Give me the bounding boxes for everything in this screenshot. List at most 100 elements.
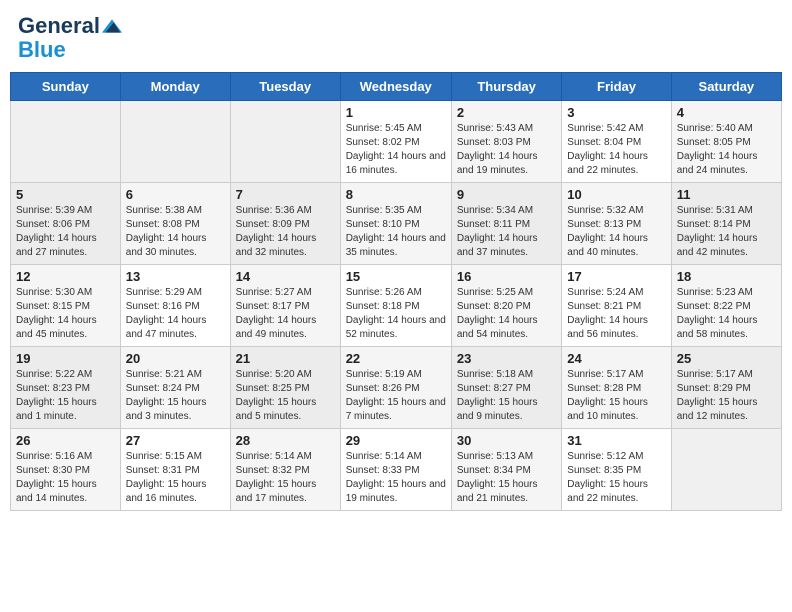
day-number: 28 bbox=[236, 433, 335, 448]
calendar-cell: 22 Sunrise: 5:19 AMSunset: 8:26 PMDayligh… bbox=[340, 347, 451, 429]
day-number: 18 bbox=[677, 269, 776, 284]
calendar-cell bbox=[120, 101, 230, 183]
day-header-sunday: Sunday bbox=[11, 73, 121, 101]
calendar-week-row: 26Sunrise: 5:16 AMSunset: 8:30 PMDayligh… bbox=[11, 429, 782, 511]
day-number: 11 bbox=[677, 187, 776, 202]
calendar-cell: 6Sunrise: 5:38 AMSunset: 8:08 PMDaylight… bbox=[120, 183, 230, 265]
calendar-cell: 21 Sunrise: 5:20 AMSunset: 8:25 PMDayligh… bbox=[230, 347, 340, 429]
day-number: 21 bbox=[236, 351, 335, 366]
calendar-cell: 29 Sunrise: 5:14 AMSunset: 8:33 PMDayligh… bbox=[340, 429, 451, 511]
day-info: Sunrise: 5:17 AMSunset: 8:29 PMDaylight:… bbox=[677, 368, 776, 424]
day-number: 4 bbox=[677, 105, 776, 120]
day-header-wednesday: Wednesday bbox=[340, 73, 451, 101]
logo-text-general: General bbox=[18, 14, 100, 38]
calendar-cell: 20 Sunrise: 5:21 AMSunset: 8:24 PMDayligh… bbox=[120, 347, 230, 429]
day-info: Sunrise: 5:43 AMSunset: 8:03 PMDaylight:… bbox=[457, 122, 556, 178]
day-header-monday: Monday bbox=[120, 73, 230, 101]
calendar-cell: 7 Sunrise: 5:36 AMSunset: 8:09 PMDaylight… bbox=[230, 183, 340, 265]
day-number: 12 bbox=[16, 269, 115, 284]
day-number: 9 bbox=[457, 187, 556, 202]
day-info: Sunrise: 5:21 AMSunset: 8:24 PMDaylight:… bbox=[126, 368, 225, 424]
calendar-cell: 13 Sunrise: 5:29 AMSunset: 8:16 PMDayligh… bbox=[120, 265, 230, 347]
calendar-table: SundayMondayTuesdayWednesdayThursdayFrid… bbox=[10, 72, 782, 511]
day-info: Sunrise: 5:14 AMSunset: 8:32 PMDaylight:… bbox=[236, 450, 335, 506]
calendar-cell: 23 Sunrise: 5:18 AMSunset: 8:27 PMDayligh… bbox=[451, 347, 561, 429]
day-number: 15 bbox=[346, 269, 446, 284]
logo-text-blue: Blue bbox=[18, 38, 66, 62]
day-info: Sunrise: 5:35 AMSunset: 8:10 PMDaylight:… bbox=[346, 204, 446, 260]
calendar-cell: 26Sunrise: 5:16 AMSunset: 8:30 PMDayligh… bbox=[11, 429, 121, 511]
day-info: Sunrise: 5:25 AMSunset: 8:20 PMDaylight:… bbox=[457, 286, 556, 342]
day-info: Sunrise: 5:16 AMSunset: 8:30 PMDaylight:… bbox=[16, 450, 115, 506]
day-number: 27 bbox=[126, 433, 225, 448]
day-info: Sunrise: 5:14 AMSunset: 8:33 PMDaylight:… bbox=[346, 450, 446, 506]
logo-icon bbox=[102, 16, 122, 36]
day-number: 24 bbox=[567, 351, 665, 366]
day-number: 2 bbox=[457, 105, 556, 120]
day-number: 14 bbox=[236, 269, 335, 284]
day-number: 19 bbox=[16, 351, 115, 366]
day-info: Sunrise: 5:32 AMSunset: 8:13 PMDaylight:… bbox=[567, 204, 665, 260]
calendar-cell: 27 Sunrise: 5:15 AMSunset: 8:31 PMDayligh… bbox=[120, 429, 230, 511]
calendar-cell: 17Sunrise: 5:24 AMSunset: 8:21 PMDayligh… bbox=[562, 265, 671, 347]
day-number: 23 bbox=[457, 351, 556, 366]
calendar-cell: 25 Sunrise: 5:17 AMSunset: 8:29 PMDayligh… bbox=[671, 347, 781, 429]
day-info: Sunrise: 5:45 AMSunset: 8:02 PMDaylight:… bbox=[346, 122, 446, 178]
day-info: Sunrise: 5:24 AMSunset: 8:21 PMDaylight:… bbox=[567, 286, 665, 342]
day-number: 8 bbox=[346, 187, 446, 202]
day-header-friday: Friday bbox=[562, 73, 671, 101]
calendar-cell: 31Sunrise: 5:12 AMSunset: 8:35 PMDayligh… bbox=[562, 429, 671, 511]
logo: General Blue bbox=[18, 14, 122, 62]
day-number: 7 bbox=[236, 187, 335, 202]
day-info: Sunrise: 5:34 AMSunset: 8:11 PMDaylight:… bbox=[457, 204, 556, 260]
day-info: Sunrise: 5:39 AMSunset: 8:06 PMDaylight:… bbox=[16, 204, 115, 260]
day-number: 1 bbox=[346, 105, 446, 120]
calendar-cell: 2 Sunrise: 5:43 AMSunset: 8:03 PMDaylight… bbox=[451, 101, 561, 183]
calendar-cell: 15 Sunrise: 5:26 AMSunset: 8:18 PMDayligh… bbox=[340, 265, 451, 347]
day-number: 10 bbox=[567, 187, 665, 202]
day-info: Sunrise: 5:27 AMSunset: 8:17 PMDaylight:… bbox=[236, 286, 335, 342]
day-info: Sunrise: 5:15 AMSunset: 8:31 PMDaylight:… bbox=[126, 450, 225, 506]
day-number: 13 bbox=[126, 269, 225, 284]
calendar-cell: 12 Sunrise: 5:30 AMSunset: 8:15 PMDayligh… bbox=[11, 265, 121, 347]
calendar-cell: 28 Sunrise: 5:14 AMSunset: 8:32 PMDayligh… bbox=[230, 429, 340, 511]
day-info: Sunrise: 5:23 AMSunset: 8:22 PMDaylight:… bbox=[677, 286, 776, 342]
day-number: 25 bbox=[677, 351, 776, 366]
day-number: 30 bbox=[457, 433, 556, 448]
day-info: Sunrise: 5:18 AMSunset: 8:27 PMDaylight:… bbox=[457, 368, 556, 424]
day-info: Sunrise: 5:22 AMSunset: 8:23 PMDaylight:… bbox=[16, 368, 115, 424]
calendar-cell: 9 Sunrise: 5:34 AMSunset: 8:11 PMDaylight… bbox=[451, 183, 561, 265]
calendar-cell: 19 Sunrise: 5:22 AMSunset: 8:23 PMDayligh… bbox=[11, 347, 121, 429]
day-info: Sunrise: 5:17 AMSunset: 8:28 PMDaylight:… bbox=[567, 368, 665, 424]
calendar-cell: 16Sunrise: 5:25 AMSunset: 8:20 PMDayligh… bbox=[451, 265, 561, 347]
day-number: 22 bbox=[346, 351, 446, 366]
day-info: Sunrise: 5:36 AMSunset: 8:09 PMDaylight:… bbox=[236, 204, 335, 260]
calendar-header-row: SundayMondayTuesdayWednesdayThursdayFrid… bbox=[11, 73, 782, 101]
day-info: Sunrise: 5:19 AMSunset: 8:26 PMDaylight:… bbox=[346, 368, 446, 424]
day-info: Sunrise: 5:30 AMSunset: 8:15 PMDaylight:… bbox=[16, 286, 115, 342]
calendar-week-row: 5 Sunrise: 5:39 AMSunset: 8:06 PMDaylight… bbox=[11, 183, 782, 265]
day-info: Sunrise: 5:40 AMSunset: 8:05 PMDaylight:… bbox=[677, 122, 776, 178]
day-info: Sunrise: 5:38 AMSunset: 8:08 PMDaylight:… bbox=[126, 204, 225, 260]
calendar-cell: 4 Sunrise: 5:40 AMSunset: 8:05 PMDaylight… bbox=[671, 101, 781, 183]
calendar-week-row: 12 Sunrise: 5:30 AMSunset: 8:15 PMDayligh… bbox=[11, 265, 782, 347]
day-number: 29 bbox=[346, 433, 446, 448]
calendar-cell: 5 Sunrise: 5:39 AMSunset: 8:06 PMDaylight… bbox=[11, 183, 121, 265]
day-info: Sunrise: 5:20 AMSunset: 8:25 PMDaylight:… bbox=[236, 368, 335, 424]
day-number: 20 bbox=[126, 351, 225, 366]
calendar-cell: 30 Sunrise: 5:13 AMSunset: 8:34 PMDayligh… bbox=[451, 429, 561, 511]
day-info: Sunrise: 5:26 AMSunset: 8:18 PMDaylight:… bbox=[346, 286, 446, 342]
day-number: 5 bbox=[16, 187, 115, 202]
calendar-cell bbox=[230, 101, 340, 183]
calendar-cell: 1 Sunrise: 5:45 AMSunset: 8:02 PMDaylight… bbox=[340, 101, 451, 183]
day-info: Sunrise: 5:29 AMSunset: 8:16 PMDaylight:… bbox=[126, 286, 225, 342]
day-info: Sunrise: 5:31 AMSunset: 8:14 PMDaylight:… bbox=[677, 204, 776, 260]
day-header-tuesday: Tuesday bbox=[230, 73, 340, 101]
calendar-cell: 8 Sunrise: 5:35 AMSunset: 8:10 PMDaylight… bbox=[340, 183, 451, 265]
calendar-cell: 11 Sunrise: 5:31 AMSunset: 8:14 PMDayligh… bbox=[671, 183, 781, 265]
calendar-week-row: 19 Sunrise: 5:22 AMSunset: 8:23 PMDayligh… bbox=[11, 347, 782, 429]
day-number: 3 bbox=[567, 105, 665, 120]
day-info: Sunrise: 5:42 AMSunset: 8:04 PMDaylight:… bbox=[567, 122, 665, 178]
day-info: Sunrise: 5:13 AMSunset: 8:34 PMDaylight:… bbox=[457, 450, 556, 506]
page-header: General Blue bbox=[10, 10, 782, 66]
